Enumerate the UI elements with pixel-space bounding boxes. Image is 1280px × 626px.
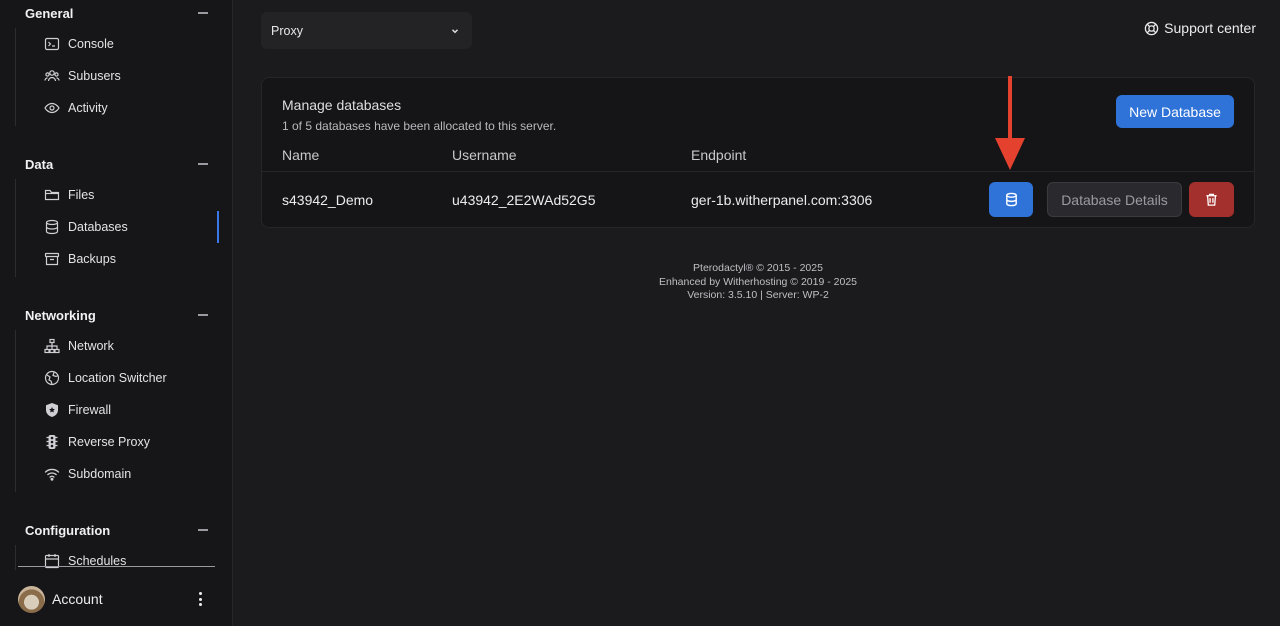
new-database-button[interactable]: New Database bbox=[1116, 95, 1234, 128]
folder-icon bbox=[44, 187, 60, 203]
users-icon bbox=[44, 68, 60, 84]
sidebar-section-configuration: Configuration Schedules bbox=[0, 515, 233, 570]
sidebar-item-label: Subusers bbox=[68, 69, 121, 83]
sidebar-item-label: Location Switcher bbox=[68, 371, 167, 385]
account-label[interactable]: Account bbox=[52, 591, 103, 607]
column-header-endpoint: Endpoint bbox=[691, 147, 747, 163]
column-header-username: Username bbox=[452, 147, 517, 163]
sidebar-item-databases[interactable]: Databases bbox=[16, 211, 233, 243]
section-header-networking[interactable]: Networking bbox=[0, 300, 233, 330]
sidebar-item-label: Databases bbox=[68, 220, 128, 234]
sidebar-item-label: Firewall bbox=[68, 403, 112, 417]
avatar[interactable] bbox=[18, 585, 45, 613]
sidebar-item-label: Console bbox=[68, 37, 114, 51]
database-username: u43942_2E2WAd52G5 bbox=[452, 192, 596, 208]
shield-icon bbox=[44, 402, 60, 418]
collapse-icon[interactable] bbox=[197, 158, 209, 170]
sidebar-item-subdomain[interactable]: Subdomain bbox=[16, 458, 233, 490]
database-icon bbox=[44, 219, 60, 235]
sidebar-item-console[interactable]: Console bbox=[16, 28, 233, 60]
section-title: General bbox=[25, 5, 74, 21]
globe-icon bbox=[44, 370, 60, 386]
traffic-light-icon bbox=[44, 434, 60, 450]
sidebar-item-activity[interactable]: Activity bbox=[16, 92, 233, 124]
row-divider bbox=[262, 171, 1254, 172]
database-icon bbox=[1005, 192, 1017, 207]
section-title: Data bbox=[25, 156, 54, 172]
sidebar-item-subusers[interactable]: Subusers bbox=[16, 60, 233, 92]
footer: Pterodactyl® © 2015 - 2025 Enhanced by W… bbox=[0, 262, 1280, 303]
database-name: s43942_Demo bbox=[282, 192, 374, 208]
annotation-arrow-icon bbox=[995, 76, 1025, 170]
footer-copyright: Pterodactyl® © 2015 - 2025 bbox=[693, 262, 823, 274]
collapse-icon[interactable] bbox=[197, 7, 209, 19]
column-header-name: Name bbox=[282, 147, 320, 163]
sidebar-item-firewall[interactable]: Firewall bbox=[16, 394, 233, 426]
sidebar-item-label: Network bbox=[68, 339, 114, 353]
section-items: Network Location Switcher Firewall Rever… bbox=[15, 330, 233, 492]
card-subtitle: 1 of 5 databases have been allocated to … bbox=[282, 119, 557, 133]
support-center-link[interactable]: Support center bbox=[1144, 20, 1256, 36]
delete-database-button[interactable] bbox=[1189, 182, 1234, 217]
network-icon bbox=[44, 338, 60, 354]
eye-icon bbox=[44, 100, 60, 116]
section-title: Networking bbox=[25, 307, 96, 323]
sidebar-item-files[interactable]: Files bbox=[16, 179, 233, 211]
chevron-down-icon bbox=[451, 28, 459, 33]
database-endpoint: ger-1b.witherpanel.com:3306 bbox=[691, 192, 873, 208]
database-action-button[interactable] bbox=[989, 182, 1033, 217]
lifebuoy-icon bbox=[1144, 21, 1159, 35]
app-root: General Console Subusers Activity Data F… bbox=[0, 0, 1280, 626]
sidebar-item-label: Activity bbox=[68, 101, 108, 115]
section-header-data[interactable]: Data bbox=[0, 149, 233, 179]
card-title: Manage databases bbox=[282, 97, 402, 113]
sidebar-item-location-switcher[interactable]: Location Switcher bbox=[16, 362, 233, 394]
footer-version: Version: 3.5.10 | Server: WP-2 bbox=[687, 289, 829, 301]
sidebar-section-data: Data Files Databases Backups bbox=[0, 149, 233, 277]
sidebar: General Console Subusers Activity Data F… bbox=[0, 0, 233, 626]
databases-card: Manage databases 1 of 5 databases have b… bbox=[261, 77, 1255, 228]
collapse-icon[interactable] bbox=[197, 309, 209, 321]
section-items: Console Subusers Activity bbox=[15, 28, 233, 126]
trash-icon bbox=[1206, 193, 1217, 206]
sidebar-item-reverse-proxy[interactable]: Reverse Proxy bbox=[16, 426, 233, 458]
sidebar-item-label: Files bbox=[68, 188, 95, 202]
section-header-configuration[interactable]: Configuration bbox=[0, 515, 233, 545]
collapse-icon[interactable] bbox=[197, 524, 209, 536]
sidebar-divider bbox=[18, 566, 215, 567]
more-options-icon[interactable] bbox=[194, 590, 206, 608]
server-selector-value: Proxy bbox=[271, 23, 303, 38]
server-selector[interactable]: Proxy bbox=[261, 12, 472, 49]
wifi-icon bbox=[44, 466, 60, 482]
sidebar-section-networking: Networking Network Location Switcher Fir… bbox=[0, 300, 233, 492]
footer-enhanced-by: Enhanced by Witherhosting © 2019 - 2025 bbox=[658, 275, 858, 288]
sidebar-item-label: Reverse Proxy bbox=[68, 435, 150, 449]
sidebar-item-label: Subdomain bbox=[68, 467, 132, 481]
database-details-button[interactable]: Database Details bbox=[1047, 182, 1182, 217]
sidebar-item-network[interactable]: Network bbox=[16, 330, 233, 362]
section-title: Configuration bbox=[25, 522, 111, 538]
account-menu[interactable]: Account bbox=[0, 572, 233, 626]
sidebar-section-general: General Console Subusers Activity bbox=[0, 0, 233, 126]
section-header-general[interactable]: General bbox=[0, 0, 233, 28]
support-center-label: Support center bbox=[1164, 20, 1256, 36]
terminal-icon bbox=[44, 36, 60, 52]
